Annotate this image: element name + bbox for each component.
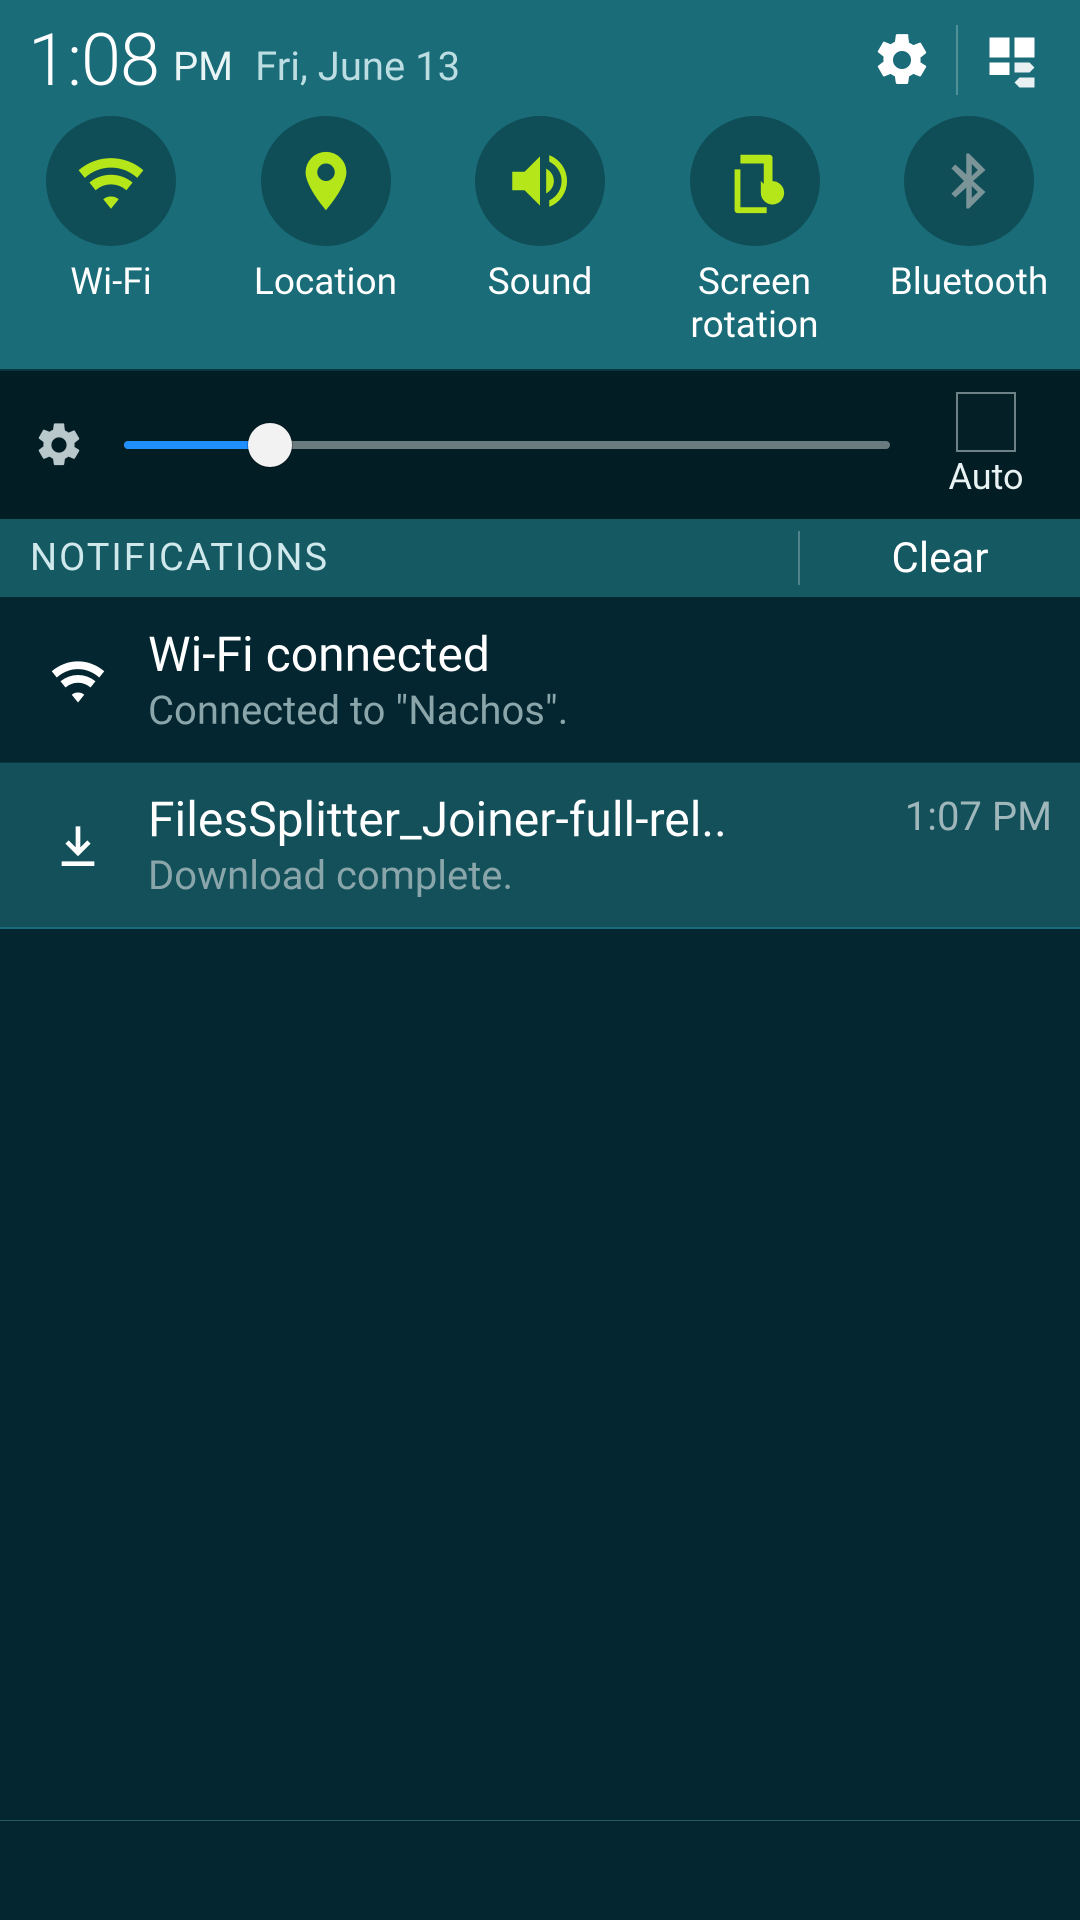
status-row: 1:08 PM Fri, June 13 [0, 20, 1080, 112]
quick-toggle-bluetooth[interactable]: Bluetooth [874, 116, 1064, 347]
quick-toggle-label: Bluetooth [890, 262, 1049, 305]
notification-subtitle: Connected to "Nachos". [148, 687, 1052, 734]
notifications-header: NOTIFICATIONS Clear [0, 519, 1080, 597]
quick-toggle-row: Wi-Fi Location Sound [0, 112, 1080, 369]
grid-icon [982, 30, 1042, 90]
quick-toggle-label: Location [254, 262, 397, 305]
notification-title: FilesSplitter_Joiner-full-rel.. [148, 791, 889, 848]
notification-time: 1:07 PM [889, 789, 1052, 840]
quick-toggle-sound[interactable]: Sound [445, 116, 635, 347]
location-icon [291, 146, 361, 216]
clock-time: 1:08 [28, 18, 159, 103]
quick-toggle-label: Sound [488, 262, 593, 305]
sound-icon [503, 144, 577, 218]
notification-subtitle: Download complete. [148, 852, 889, 899]
notification-body: FilesSplitter_Joiner-full-rel..Download … [128, 791, 889, 899]
auto-brightness-toggle[interactable]: Auto [926, 392, 1046, 498]
panel-handle[interactable] [0, 1820, 1080, 1920]
notification-list: Wi-Fi connectedConnected to "Nachos". Fil… [0, 597, 1080, 929]
wifi-icon [74, 144, 148, 218]
notifications-title: NOTIFICATIONS [30, 536, 798, 580]
notification-item[interactable]: Wi-Fi connectedConnected to "Nachos". [0, 597, 1080, 763]
notification-icon [28, 650, 128, 710]
quick-toggle-wifi[interactable]: Wi-Fi [16, 116, 206, 347]
notification-item[interactable]: FilesSplitter_Joiner-full-rel..Download … [0, 763, 1080, 929]
clock-ampm: PM [173, 43, 233, 100]
quick-toggle-label: Screen rotation [690, 262, 818, 347]
bluetooth-icon [936, 148, 1002, 214]
download-icon [50, 817, 106, 873]
brightness-settings-button[interactable] [30, 416, 88, 474]
checkbox-icon [956, 392, 1016, 452]
quick-toggle-label: Wi-Fi [70, 262, 152, 305]
notification-title: Wi-Fi connected [148, 626, 1052, 683]
notification-body: Wi-Fi connectedConnected to "Nachos". [128, 626, 1052, 734]
settings-button[interactable] [862, 20, 942, 100]
gear-icon [33, 419, 85, 471]
brightness-row: Auto [0, 369, 1080, 519]
quick-toggle-location[interactable]: Location [231, 116, 421, 347]
auto-brightness-label: Auto [948, 456, 1023, 498]
quick-settings-grid-button[interactable] [972, 20, 1052, 100]
brightness-slider[interactable] [124, 415, 890, 475]
quick-toggle-screen-rotation[interactable]: Screen rotation [660, 116, 850, 347]
wifi-icon [48, 650, 108, 710]
divider [956, 25, 958, 95]
notification-panel-header: 1:08 PM Fri, June 13 Wi- [0, 0, 1080, 369]
screen-rotation-icon [720, 146, 790, 216]
notification-icon [28, 817, 128, 873]
clock-date: Fri, June 13 [255, 43, 460, 100]
clear-notifications-button[interactable]: Clear [800, 534, 1080, 583]
gear-icon [871, 29, 933, 91]
